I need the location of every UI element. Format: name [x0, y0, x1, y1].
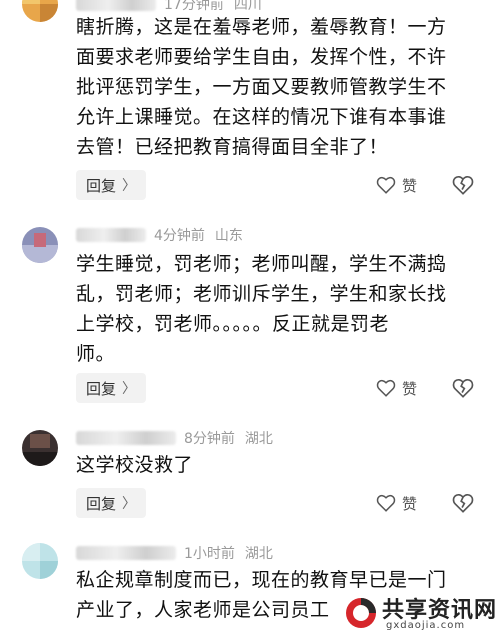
username-blurred[interactable] — [76, 0, 156, 11]
site-watermark: 共享资讯网 gxdaojia.com — [340, 590, 500, 636]
like-button[interactable]: 赞 — [376, 170, 417, 200]
broken-heart-icon[interactable] — [452, 492, 474, 514]
avatar[interactable] — [22, 227, 58, 263]
like-label: 赞 — [402, 176, 418, 195]
comment-text: 这学校没救了 — [76, 450, 486, 480]
comment-item: 17分钟前 四川 瞎折腾，这是在羞辱老师，羞辱教育！一方 面要求老师要给学生自由… — [0, 0, 500, 210]
username-blurred[interactable] — [76, 431, 176, 445]
comment-line: 面要求老师要给学生自由，发挥个性，不许 — [76, 46, 447, 68]
reply-button[interactable]: 回复 〉 — [76, 170, 146, 200]
like-label: 赞 — [402, 379, 418, 398]
comment-item: 8分钟前 湖北 这学校没救了 回复 〉 赞 — [0, 420, 500, 530]
like-label: 赞 — [402, 494, 418, 513]
comment-meta: 1小时前 湖北 — [76, 543, 273, 563]
reply-label: 回复 — [85, 176, 116, 195]
comment-text: 瞎折腾，这是在羞辱老师，羞辱教育！一方 面要求老师要给学生自由，发挥个性，不许 … — [76, 12, 486, 162]
comment-time: 1小时前 — [184, 546, 235, 562]
comment-line: 这学校没救了 — [76, 454, 194, 476]
username-blurred[interactable] — [76, 228, 146, 242]
reply-label: 回复 — [85, 379, 116, 398]
comment-text: 学生睡觉，罚老师；老师叫醒，学生不满捣 乱，罚老师；老师训斥学生，学生和家长找 … — [76, 249, 486, 369]
chevron-right-icon: 〉 — [122, 178, 136, 194]
comment-line: 允许上课睡觉。在这样的情况下谁有本事谁 — [76, 106, 447, 128]
username-blurred[interactable] — [76, 546, 176, 560]
comment-time: 4分钟前 — [154, 228, 205, 244]
heart-icon — [376, 176, 396, 194]
reply-label: 回复 — [85, 494, 116, 513]
comment-line: 学生睡觉，罚老师；老师叫醒，学生不满捣 — [76, 253, 447, 275]
heart-icon — [376, 379, 396, 397]
reply-button[interactable]: 回复 〉 — [76, 488, 146, 518]
avatar[interactable] — [22, 430, 58, 466]
comment-line: 乱，罚老师；老师训斥学生，学生和家长找 — [76, 283, 447, 305]
avatar[interactable] — [22, 0, 58, 22]
comment-item: 4分钟前 山东 学生睡觉，罚老师；老师叫醒，学生不满捣 乱，罚老师；老师训斥学生… — [0, 215, 500, 415]
watermark-url: gxdaojia.com — [386, 620, 466, 631]
comment-location: 山东 — [214, 228, 243, 244]
site-logo-icon — [346, 598, 376, 628]
chevron-right-icon: 〉 — [122, 496, 136, 512]
like-button[interactable]: 赞 — [376, 373, 417, 403]
comment-line: 上学校，罚老师。。。。。反正就是罚老 — [76, 313, 390, 335]
chevron-right-icon: 〉 — [122, 381, 136, 397]
like-button[interactable]: 赞 — [376, 488, 417, 518]
comment-line: 去管！已经把教育搞得面目全非了！ — [76, 136, 389, 158]
comment-line: 批评惩罚学生，一方面又要教师管教学生不 — [76, 76, 447, 98]
comment-line: 瞎折腾，这是在羞辱老师，羞辱教育！一方 — [76, 16, 447, 38]
comment-time: 8分钟前 — [184, 431, 235, 447]
comment-line: 师。 — [76, 343, 116, 365]
comment-meta: 4分钟前 山东 — [76, 225, 243, 245]
comment-meta: 8分钟前 湖北 — [76, 428, 273, 448]
avatar[interactable] — [22, 543, 58, 579]
heart-icon — [376, 494, 396, 512]
reply-button[interactable]: 回复 〉 — [76, 373, 146, 403]
broken-heart-icon[interactable] — [452, 377, 474, 399]
comment-feed: 17分钟前 四川 瞎折腾，这是在羞辱老师，羞辱教育！一方 面要求老师要给学生自由… — [0, 0, 500, 636]
comment-location: 湖北 — [244, 546, 273, 562]
comment-location: 湖北 — [244, 431, 273, 447]
broken-heart-icon[interactable] — [452, 174, 474, 196]
